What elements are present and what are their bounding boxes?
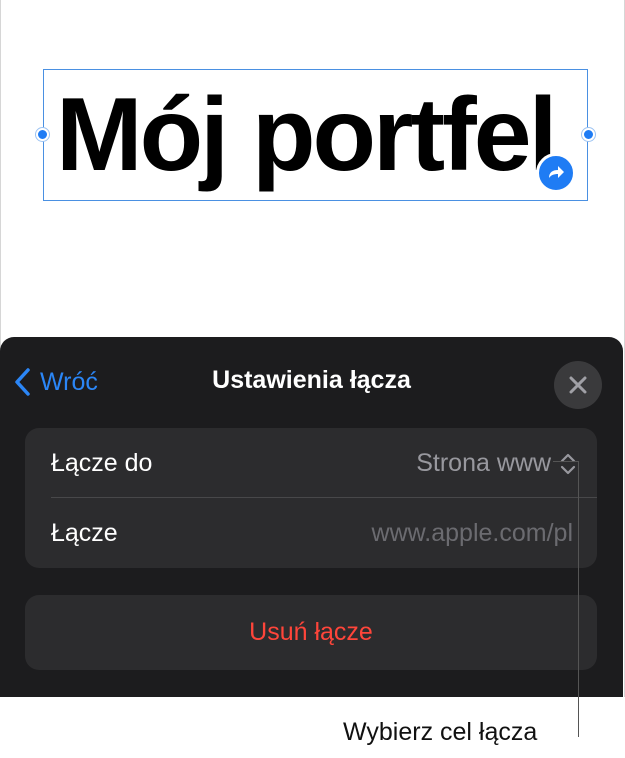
canvas-title-text[interactable]: Mój portfel	[56, 80, 596, 190]
chevron-up-down-icon	[560, 453, 576, 475]
callout-text: Wybierz cel łącza	[343, 718, 538, 746]
link-row[interactable]: Łącze www.apple.com/pl	[25, 498, 597, 568]
close-icon	[569, 376, 587, 394]
panel-title: Ustawienia łącza	[212, 366, 411, 394]
link-label: Łącze	[51, 518, 118, 547]
link-settings-group: Łącze do Strona www Łącze www.apple.com/…	[25, 428, 597, 568]
close-button[interactable]	[554, 361, 602, 409]
link-url-input[interactable]: www.apple.com/pl	[372, 519, 573, 548]
callout-line	[578, 461, 579, 737]
remove-link-button[interactable]: Usuń łącze	[25, 595, 597, 670]
link-to-value[interactable]: Strona www	[416, 449, 551, 478]
resize-handle-right[interactable]	[582, 128, 595, 141]
link-to-row[interactable]: Łącze do Strona www	[25, 428, 597, 498]
link-badge-button[interactable]	[536, 153, 576, 193]
link-to-label: Łącze do	[51, 448, 153, 477]
link-settings-panel: Wróć Ustawienia łącza Łącze do Strona ww…	[0, 337, 623, 697]
callout-tick	[553, 461, 579, 462]
curved-arrow-icon	[549, 166, 564, 178]
resize-handle-left[interactable]	[36, 128, 49, 141]
